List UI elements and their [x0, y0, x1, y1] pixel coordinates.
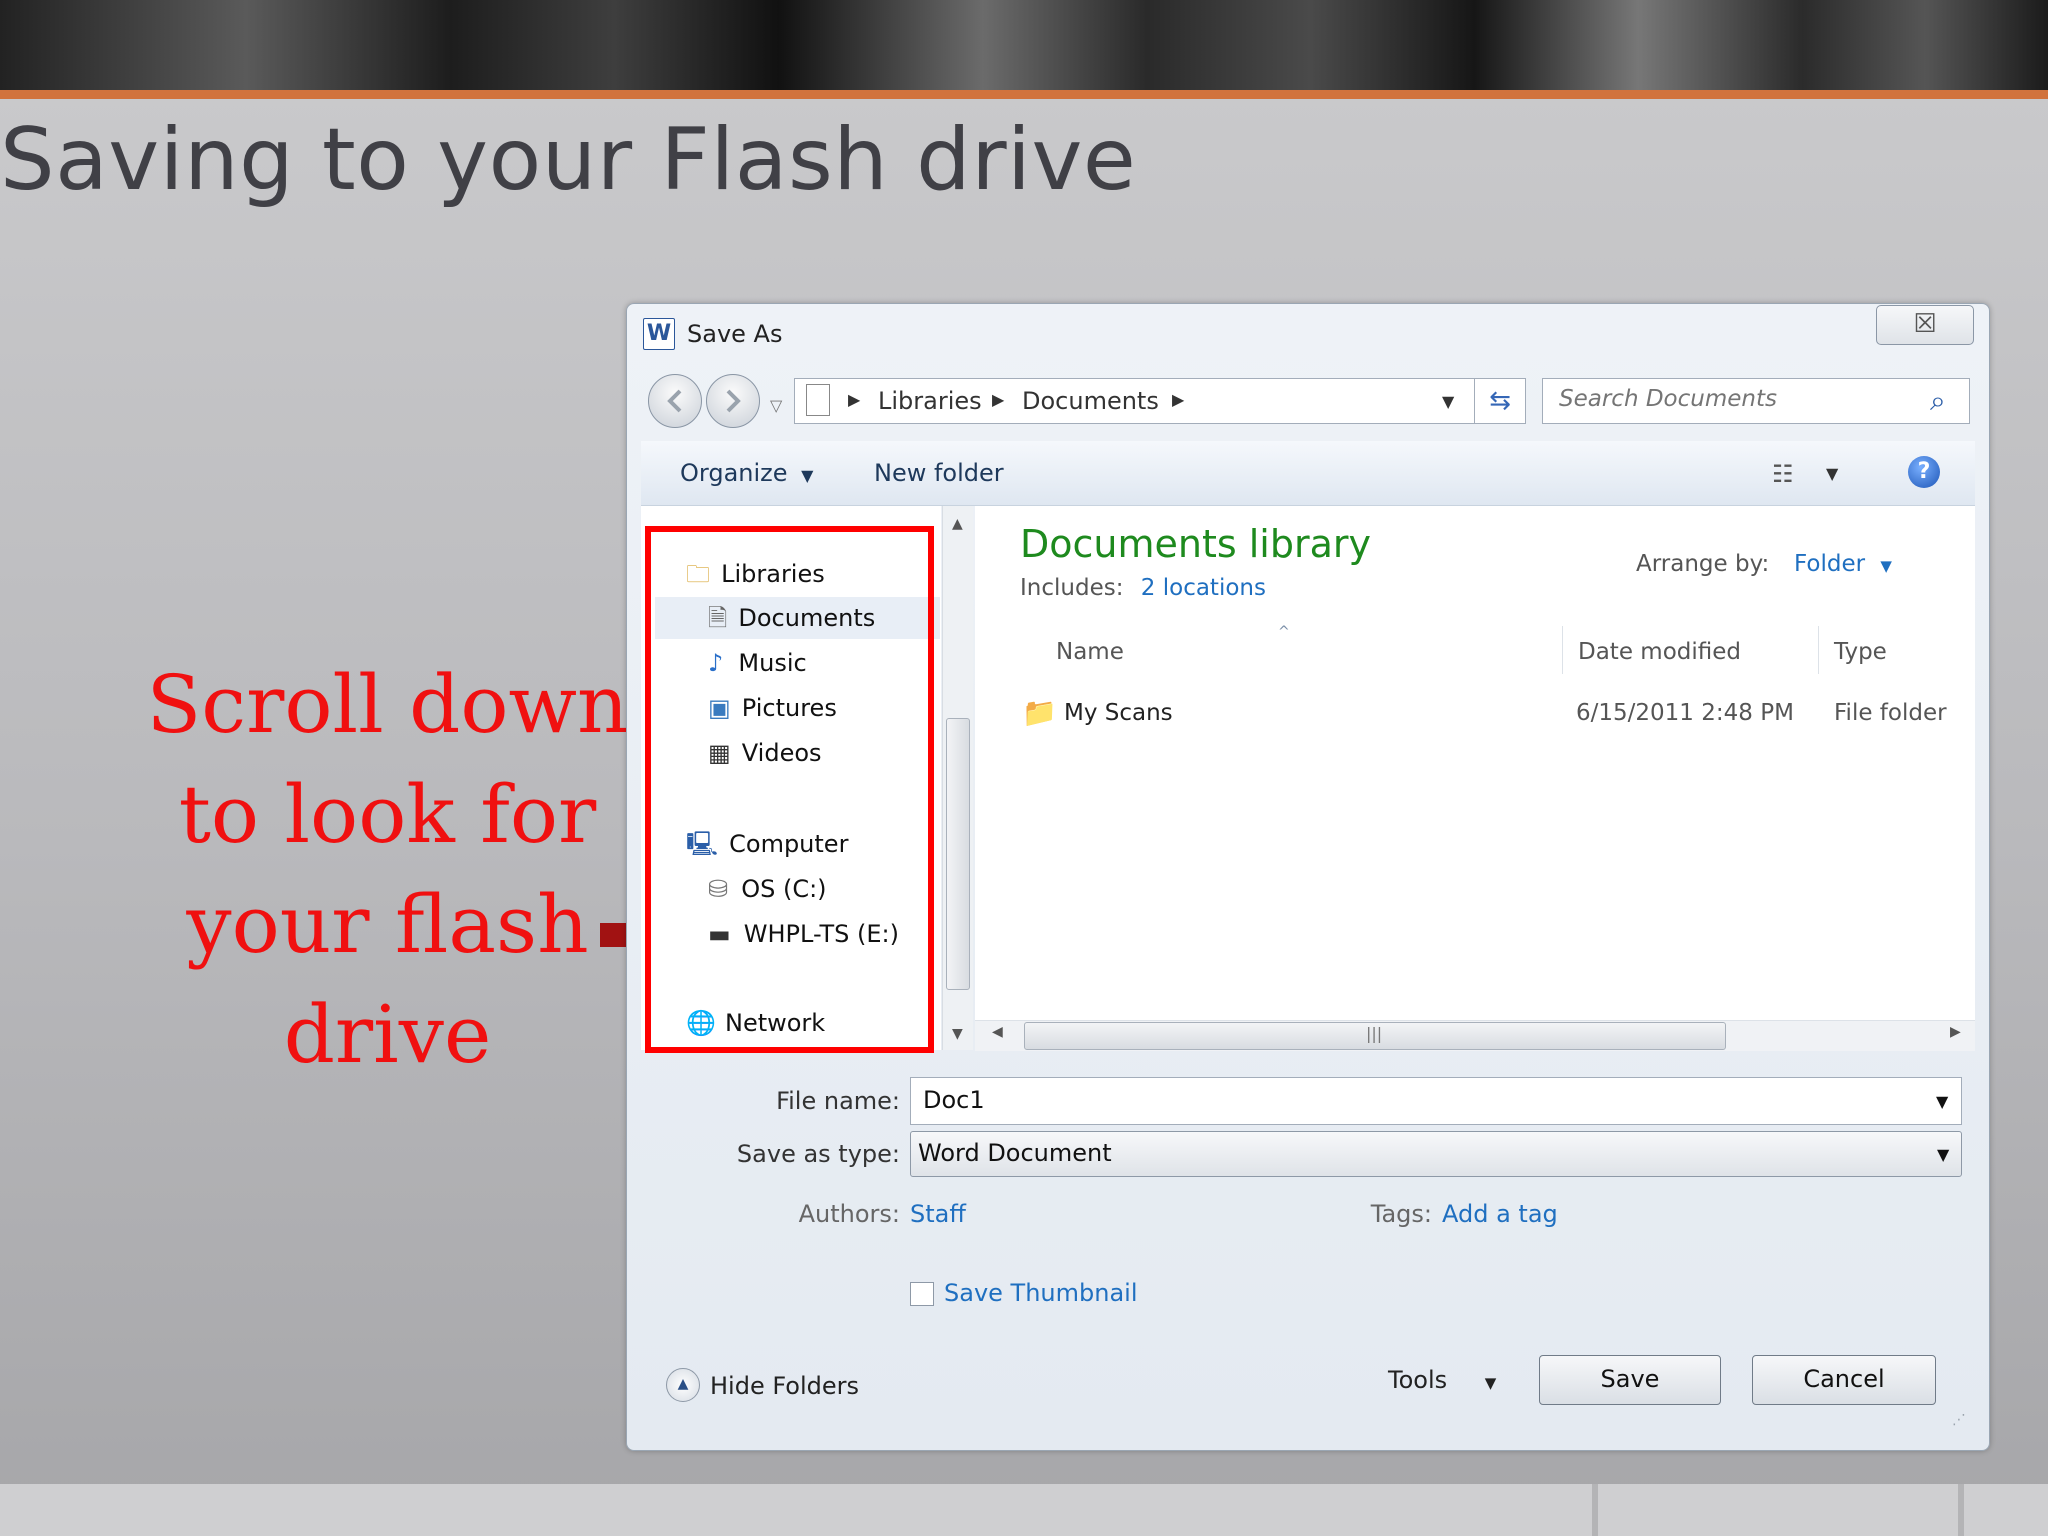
arrange-by-label: Arrange by: — [1636, 551, 1770, 577]
file-name-field[interactable] — [910, 1077, 1962, 1125]
instruction-text: Scroll down to look for your flash drive — [146, 658, 629, 1081]
highlight-box — [645, 526, 934, 1053]
forward-button[interactable] — [706, 374, 760, 428]
chevron-down-icon: ▼ — [1484, 1374, 1497, 1392]
breadcrumb-libraries[interactable]: Libraries — [878, 384, 982, 418]
search-box[interactable] — [1542, 378, 1970, 424]
organize-button[interactable]: Organize ▼ — [680, 456, 813, 493]
column-separator[interactable] — [1818, 626, 1819, 674]
tags-label: Tags: — [1370, 1200, 1432, 1228]
save-type-value: Word Document — [918, 1139, 1112, 1167]
column-header-name[interactable]: Name — [1056, 636, 1124, 668]
dialog-title: Save As — [687, 320, 783, 348]
column-header-type[interactable]: Type — [1834, 636, 1887, 668]
recent-pages-chevron-icon[interactable]: ▽ — [770, 396, 782, 415]
footer-divider — [1592, 1484, 1598, 1536]
refresh-icon: ⇆ — [1489, 386, 1511, 416]
tools-button[interactable]: Tools ▼ — [1388, 1363, 1496, 1400]
save-type-select[interactable]: Word Document ▼ — [910, 1131, 1962, 1177]
hide-folders-button[interactable]: Hide Folders — [710, 1369, 859, 1403]
includes-label: Includes: — [1020, 575, 1124, 601]
save-thumbnail-label[interactable]: Save Thumbnail — [944, 1276, 1138, 1310]
footer-divider — [1958, 1484, 1964, 1536]
close-button[interactable]: ☒ — [1876, 305, 1974, 345]
organize-label: Organize — [680, 459, 788, 487]
library-includes: Includes: 2 locations — [1020, 572, 1266, 604]
slide-title: Saving to your Flash drive — [0, 110, 1137, 210]
authors-label: Authors: — [798, 1200, 900, 1228]
view-options-chevron-icon[interactable]: ▼ — [1826, 464, 1838, 483]
breadcrumb-arrow-icon[interactable]: ▶ — [1172, 390, 1184, 409]
new-folder-button[interactable]: New folder — [874, 456, 1004, 490]
collapse-up-icon[interactable]: ▲ — [666, 1368, 700, 1402]
search-icon[interactable]: ⌕ — [1930, 384, 1946, 418]
file-type: File folder — [1834, 700, 1947, 726]
file-row[interactable]: 📁 My Scans 6/15/2011 2:48 PM File folder — [1016, 694, 1966, 734]
save-thumbnail-checkbox[interactable] — [910, 1282, 934, 1306]
file-name-dropdown-icon[interactable]: ▼ — [1936, 1092, 1948, 1111]
add-tag-link[interactable]: Add a tag — [1442, 1197, 1558, 1231]
forward-arrow-icon — [726, 389, 741, 413]
file-name-input[interactable] — [921, 1085, 1905, 1115]
breadcrumb-documents[interactable]: Documents — [1022, 384, 1159, 418]
file-name-label: File name: — [776, 1087, 900, 1115]
change-view-icon[interactable]: ☷ — [1772, 460, 1794, 488]
save-button[interactable]: Save — [1539, 1355, 1721, 1405]
scroll-right-icon[interactable]: ▶ — [1950, 1024, 1961, 1040]
refresh-button[interactable]: ⇆ — [1474, 378, 1526, 424]
sort-ascending-icon: ^ — [1278, 624, 1290, 640]
nav-scroll-thumb[interactable] — [946, 718, 970, 990]
chevron-down-icon: ▼ — [801, 466, 814, 485]
word-app-icon: W — [643, 318, 675, 350]
folder-icon: 📁 — [1022, 696, 1057, 729]
resize-grip-icon[interactable]: ⋰ — [1952, 1412, 1966, 1428]
file-name: My Scans — [1064, 700, 1173, 726]
authors-value[interactable]: Staff — [910, 1197, 966, 1231]
library-title: Documents library — [1020, 522, 1371, 566]
locations-link[interactable]: 2 locations — [1141, 575, 1266, 601]
column-header-date[interactable]: Date modified — [1578, 636, 1741, 668]
breadcrumb-arrow-icon[interactable]: ▶ — [992, 390, 1004, 409]
breadcrumb-arrow-icon[interactable]: ▶ — [848, 390, 860, 409]
back-arrow-icon — [667, 389, 682, 413]
arrange-value: Folder — [1794, 551, 1866, 577]
header-banner-image — [0, 0, 2048, 90]
arrange-by-dropdown[interactable]: Folder ▼ — [1794, 548, 1892, 582]
scroll-down-icon[interactable]: ▼ — [952, 1026, 963, 1042]
address-dropdown-icon[interactable]: ▼ — [1442, 392, 1454, 411]
column-separator[interactable] — [1562, 626, 1563, 674]
file-date: 6/15/2011 2:48 PM — [1576, 700, 1794, 726]
scroll-left-icon[interactable]: ◀ — [992, 1024, 1003, 1040]
chevron-down-icon: ▼ — [1937, 1145, 1950, 1164]
grip-icon: ||| — [1366, 1024, 1383, 1043]
cancel-button[interactable]: Cancel — [1752, 1355, 1936, 1405]
banner-accent-stripe — [0, 90, 2048, 99]
save-type-label: Save as type: — [736, 1140, 900, 1168]
help-icon[interactable]: ? — [1908, 456, 1940, 488]
back-button[interactable] — [648, 374, 702, 428]
search-input[interactable] — [1557, 385, 1921, 413]
tools-label: Tools — [1388, 1366, 1448, 1394]
scroll-up-icon[interactable]: ▲ — [952, 516, 963, 532]
chevron-down-icon: ▼ — [1880, 557, 1892, 575]
slide-footer — [0, 1484, 2048, 1536]
document-library-icon — [806, 384, 830, 416]
